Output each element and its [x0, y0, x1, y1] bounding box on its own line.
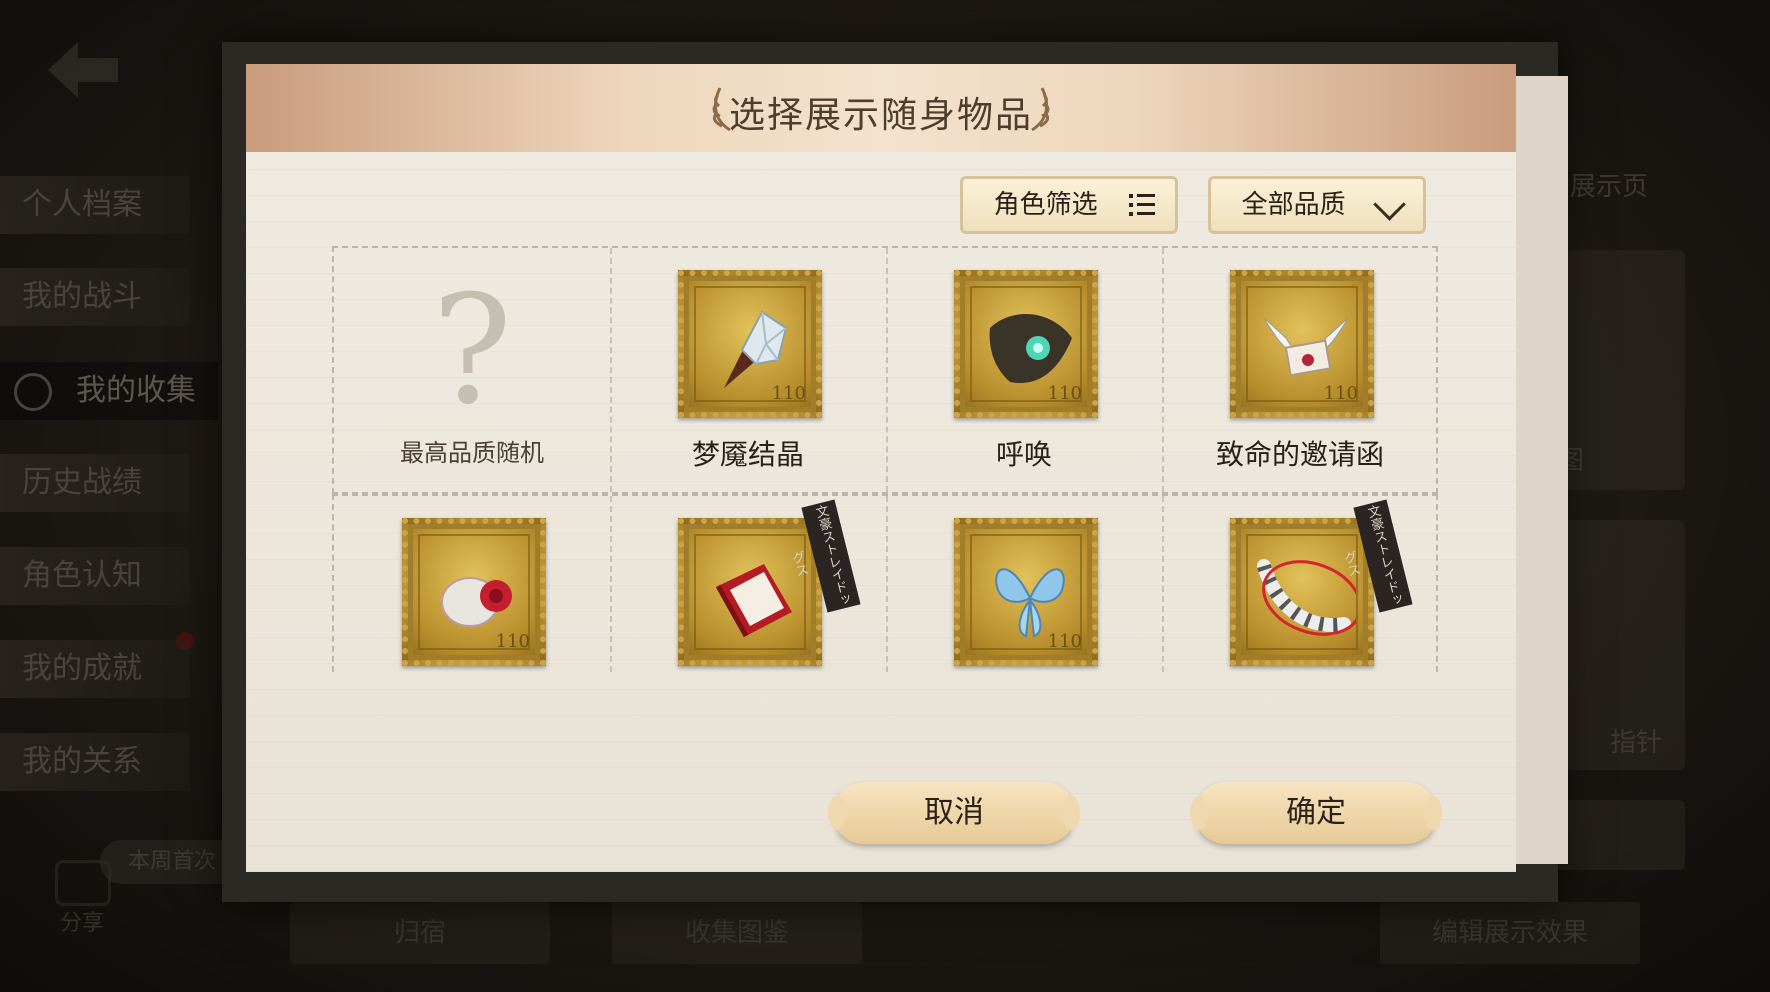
item-name: 呼唤 [995, 438, 1052, 471]
item-stamp: 110 [402, 518, 546, 666]
item-row-1: ? 最高品质随机 110 梦魇结晶 110 呼唤 110 致命的邀请函 [332, 246, 1438, 494]
item-blue-butterfly[interactable]: 110 [886, 496, 1162, 672]
item-stamp: 110 [954, 518, 1098, 666]
laurel-right-icon [1031, 87, 1050, 132]
item-fatal-invitation[interactable]: 110 致命的邀请函 [1162, 248, 1438, 492]
item-name: 致命的邀请函 [1215, 438, 1384, 471]
item-red-book[interactable]: 文豪ストレイドッグス [610, 496, 886, 672]
item-stamp: 110 [1230, 270, 1374, 418]
question-mark-icon: ? [431, 264, 513, 438]
quality-filter-dropdown[interactable]: 全部品质 [1208, 176, 1426, 234]
item-stamp [1230, 518, 1374, 666]
cancel-button[interactable]: 取消 [828, 782, 1080, 844]
dialog-title: 选择展示随身物品 [728, 95, 1033, 136]
item-stamp [678, 518, 822, 666]
item-random-best[interactable]: ? 最高品质随机 [334, 248, 610, 492]
list-icon [1129, 194, 1155, 216]
item-stamp: 110 [954, 270, 1098, 418]
role-filter-button[interactable]: 角色筛选 [960, 176, 1178, 234]
item-row-2: 110 文豪ストレイドッグス 110 文豪ストレイドッグス [332, 494, 1438, 672]
item-nightmare-crystal[interactable]: 110 梦魇结晶 [610, 248, 886, 492]
item-striped-tail[interactable]: 文豪ストレイドッグス [1162, 496, 1438, 672]
select-item-dialog: 选择展示随身物品 角色筛选 全部品质 ? 最高品质随机 110 梦魇结晶 110… [246, 64, 1516, 872]
chevron-down-icon [1373, 188, 1406, 221]
item-summon[interactable]: 110 呼唤 [886, 248, 1162, 492]
item-name: 最高品质随机 [400, 439, 544, 467]
item-rose-pendant[interactable]: 110 [334, 496, 610, 672]
item-stamp: 110 [678, 270, 822, 418]
confirm-button[interactable]: 确定 [1190, 782, 1442, 844]
item-name: 梦魇结晶 [691, 438, 804, 471]
